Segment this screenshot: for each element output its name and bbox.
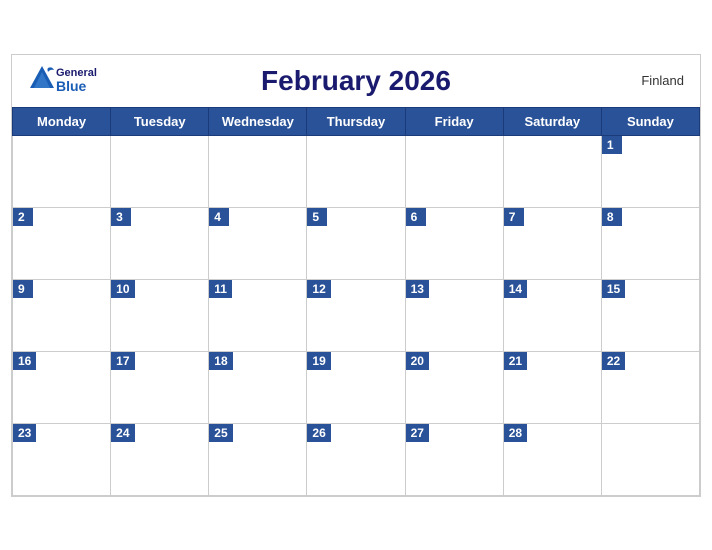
calendar-day-cell (111, 135, 209, 207)
logo-icon (28, 64, 56, 92)
day-number: 7 (504, 208, 524, 226)
calendar-day-cell: 21 (503, 351, 601, 423)
calendar-day-cell: 26 (307, 423, 405, 495)
calendar-day-cell: 23 (13, 423, 111, 495)
calendar-day-cell: 6 (405, 207, 503, 279)
day-number: 11 (209, 280, 232, 298)
calendar-container: General Blue February 2026 Finland Monda… (11, 54, 701, 497)
calendar-day-cell: 12 (307, 279, 405, 351)
day-number: 6 (406, 208, 426, 226)
calendar-day-cell: 22 (601, 351, 699, 423)
day-number: 22 (602, 352, 625, 370)
calendar-day-cell (503, 135, 601, 207)
day-number: 13 (406, 280, 429, 298)
calendar-day-cell: 10 (111, 279, 209, 351)
calendar-week-row: 2 3 4 5 6 7 8 (13, 207, 700, 279)
calendar-day-cell: 20 (405, 351, 503, 423)
logo-text: General Blue (56, 68, 97, 93)
header-saturday: Saturday (503, 107, 601, 135)
calendar-day-cell: 8 (601, 207, 699, 279)
calendar-day-cell: 14 (503, 279, 601, 351)
day-number: 21 (504, 352, 527, 370)
calendar-header: General Blue February 2026 Finland (12, 55, 700, 107)
calendar-day-cell: 18 (209, 351, 307, 423)
calendar-day-cell: 25 (209, 423, 307, 495)
day-number: 14 (504, 280, 527, 298)
day-number: 24 (111, 424, 134, 442)
day-number: 15 (602, 280, 625, 298)
day-number: 2 (13, 208, 33, 226)
day-number: 8 (602, 208, 622, 226)
logo: General Blue (28, 64, 97, 97)
header-tuesday: Tuesday (111, 107, 209, 135)
header-friday: Friday (405, 107, 503, 135)
calendar-day-cell: 7 (503, 207, 601, 279)
day-number: 17 (111, 352, 134, 370)
calendar-day-cell: 3 (111, 207, 209, 279)
header-wednesday: Wednesday (209, 107, 307, 135)
country-label: Finland (641, 73, 684, 88)
day-number: 3 (111, 208, 131, 226)
calendar-day-cell (13, 135, 111, 207)
day-number: 26 (307, 424, 330, 442)
calendar-day-cell: 24 (111, 423, 209, 495)
calendar-table: Monday Tuesday Wednesday Thursday Friday… (12, 107, 700, 496)
day-number: 16 (13, 352, 36, 370)
calendar-day-cell (307, 135, 405, 207)
day-number: 23 (13, 424, 36, 442)
day-number: 4 (209, 208, 229, 226)
header-sunday: Sunday (601, 107, 699, 135)
calendar-day-cell: 28 (503, 423, 601, 495)
day-number: 27 (406, 424, 429, 442)
day-number: 9 (13, 280, 33, 298)
calendar-week-row: 9 10 11 12 13 14 15 (13, 279, 700, 351)
calendar-day-cell (405, 135, 503, 207)
day-number: 18 (209, 352, 232, 370)
calendar-day-cell: 11 (209, 279, 307, 351)
calendar-day-cell: 2 (13, 207, 111, 279)
day-number: 25 (209, 424, 232, 442)
calendar-day-cell: 9 (13, 279, 111, 351)
calendar-title: February 2026 (261, 65, 451, 97)
calendar-day-cell: 16 (13, 351, 111, 423)
day-number: 12 (307, 280, 330, 298)
calendar-day-cell: 5 (307, 207, 405, 279)
day-number: 28 (504, 424, 527, 442)
calendar-day-cell: 13 (405, 279, 503, 351)
day-number: 10 (111, 280, 134, 298)
logo-blue-text: Blue (56, 79, 97, 93)
header-thursday: Thursday (307, 107, 405, 135)
calendar-week-row: 1 (13, 135, 700, 207)
day-number: 5 (307, 208, 327, 226)
calendar-week-row: 16 17 18 19 20 21 22 (13, 351, 700, 423)
day-number: 20 (406, 352, 429, 370)
header-monday: Monday (13, 107, 111, 135)
calendar-day-cell: 4 (209, 207, 307, 279)
calendar-day-cell: 19 (307, 351, 405, 423)
calendar-day-cell: 1 (601, 135, 699, 207)
calendar-body: 1234567891011121314151617181920212223242… (13, 135, 700, 495)
day-number: 19 (307, 352, 330, 370)
day-number: 1 (602, 136, 622, 154)
weekday-header-row: Monday Tuesday Wednesday Thursday Friday… (13, 107, 700, 135)
calendar-day-cell: 27 (405, 423, 503, 495)
calendar-week-row: 23 24 25 26 27 28 (13, 423, 700, 495)
calendar-day-cell (601, 423, 699, 495)
calendar-day-cell (209, 135, 307, 207)
calendar-day-cell: 15 (601, 279, 699, 351)
calendar-day-cell: 17 (111, 351, 209, 423)
